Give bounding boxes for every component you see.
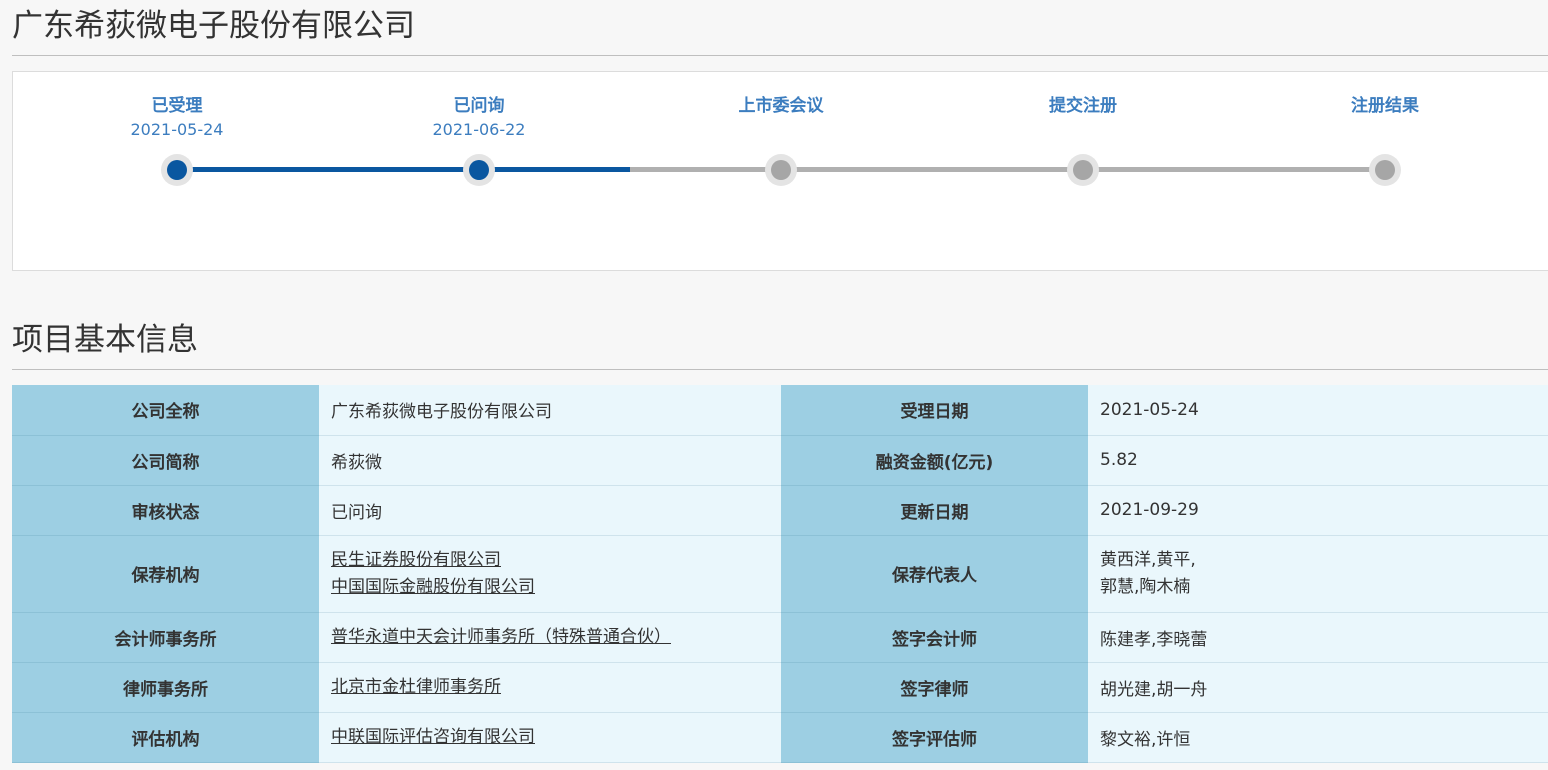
sponsor-link[interactable]: 民生证券股份有限公司	[331, 547, 769, 574]
accept-date-label: 受理日期	[781, 385, 1088, 436]
accounting-firm-label: 会计师事务所	[12, 612, 319, 663]
accounting-firm-value: 普华永道中天会计师事务所（特殊普通合伙）	[319, 612, 781, 663]
update-date-label: 更新日期	[781, 485, 1088, 536]
law-firm-label: 律师事务所	[12, 662, 319, 713]
table-row: 公司全称 广东希荻微电子股份有限公司 受理日期 2021-05-24	[12, 385, 1548, 436]
full-name-label: 公司全称	[12, 385, 319, 436]
appraiser-label: 签字评估师	[781, 712, 1088, 763]
financing-label: 融资金额(亿元)	[781, 435, 1088, 486]
table-row: 律师事务所 北京市金杜律师事务所 签字律师 胡光建,胡一舟	[12, 662, 1548, 713]
law-firm-link[interactable]: 北京市金杜律师事务所	[331, 674, 769, 701]
appraiser-value: 黎文裕,许恒	[1088, 712, 1548, 763]
step-label: 注册结果	[1351, 96, 1419, 116]
appraisal-label: 评估机构	[12, 712, 319, 763]
sponsor-rep-value: 黄西洋,黄平, 郭慧,陶木楠	[1088, 535, 1548, 613]
step-date: 2021-06-22	[432, 120, 526, 139]
appraisal-link[interactable]: 中联国际评估咨询有限公司	[331, 724, 769, 751]
table-row: 评估机构 中联国际评估咨询有限公司 签字评估师 黎文裕,许恒	[12, 712, 1548, 763]
step-label: 提交注册	[1049, 96, 1117, 116]
step-label: 已受理	[151, 96, 203, 116]
step-date: 2021-05-24	[130, 120, 224, 139]
project-info-table: 公司全称 广东希荻微电子股份有限公司 受理日期 2021-05-24 公司简称 …	[12, 385, 1548, 763]
table-row: 会计师事务所 普华永道中天会计师事务所（特殊普通合伙） 签字会计师 陈建孝,李晓…	[12, 612, 1548, 663]
lawyer-label: 签字律师	[781, 662, 1088, 713]
accept-date-value: 2021-05-24	[1088, 385, 1548, 436]
table-row: 保荐机构 民生证券股份有限公司 中国国际金融股份有限公司 保荐代表人 黄西洋,黄…	[12, 535, 1548, 613]
sponsor-link[interactable]: 中国国际金融股份有限公司	[331, 574, 769, 601]
step-accepted: 已受理 2021-05-24	[57, 94, 297, 142]
step-label: 上市委会议	[738, 96, 824, 116]
step-dot	[1369, 154, 1401, 186]
title-divider	[12, 55, 1548, 56]
step-dot	[161, 154, 193, 186]
short-name-label: 公司简称	[12, 435, 319, 486]
table-row: 审核状态 已问询 更新日期 2021-09-29	[12, 485, 1548, 536]
step-inquired: 已问询 2021-06-22	[359, 94, 599, 142]
status-label: 审核状态	[12, 485, 319, 536]
sponsor-label: 保荐机构	[12, 535, 319, 613]
sponsor-rep-line: 郭慧,陶木楠	[1100, 576, 1191, 597]
sponsor-rep-label: 保荐代表人	[781, 535, 1088, 613]
step-listing-committee: 上市委会议	[661, 94, 901, 118]
section-divider	[12, 369, 1548, 370]
accountant-value: 陈建孝,李晓蕾	[1088, 612, 1548, 663]
update-date-value: 2021-09-29	[1088, 485, 1548, 536]
step-registration-result: 注册结果	[1265, 94, 1505, 118]
law-firm-value: 北京市金杜律师事务所	[319, 662, 781, 713]
step-submit-registration: 提交注册	[963, 94, 1203, 118]
step-dot	[463, 154, 495, 186]
sponsor-value: 民生证券股份有限公司 中国国际金融股份有限公司	[319, 535, 781, 613]
step-dot	[1067, 154, 1099, 186]
accounting-firm-link[interactable]: 普华永道中天会计师事务所（特殊普通合伙）	[331, 624, 769, 651]
table-row: 公司简称 希荻微 融资金额(亿元) 5.82	[12, 435, 1548, 486]
accountant-label: 签字会计师	[781, 612, 1088, 663]
page-title: 广东希荻微电子股份有限公司	[12, 8, 415, 44]
lawyer-value: 胡光建,胡一舟	[1088, 662, 1548, 713]
full-name-value: 广东希荻微电子股份有限公司	[319, 385, 781, 436]
appraisal-value: 中联国际评估咨询有限公司	[319, 712, 781, 763]
progress-fill	[177, 167, 630, 172]
short-name-value: 希荻微	[319, 435, 781, 486]
page: 广东希荻微电子股份有限公司 已受理 2021-05-24 已问询 2021-06…	[0, 0, 1548, 770]
financing-value: 5.82	[1088, 435, 1548, 486]
step-dot	[765, 154, 797, 186]
sponsor-rep-line: 黄西洋,黄平,	[1100, 549, 1196, 570]
step-label: 已问询	[453, 96, 505, 116]
status-value: 已问询	[319, 485, 781, 536]
section-title: 项目基本信息	[12, 322, 198, 358]
